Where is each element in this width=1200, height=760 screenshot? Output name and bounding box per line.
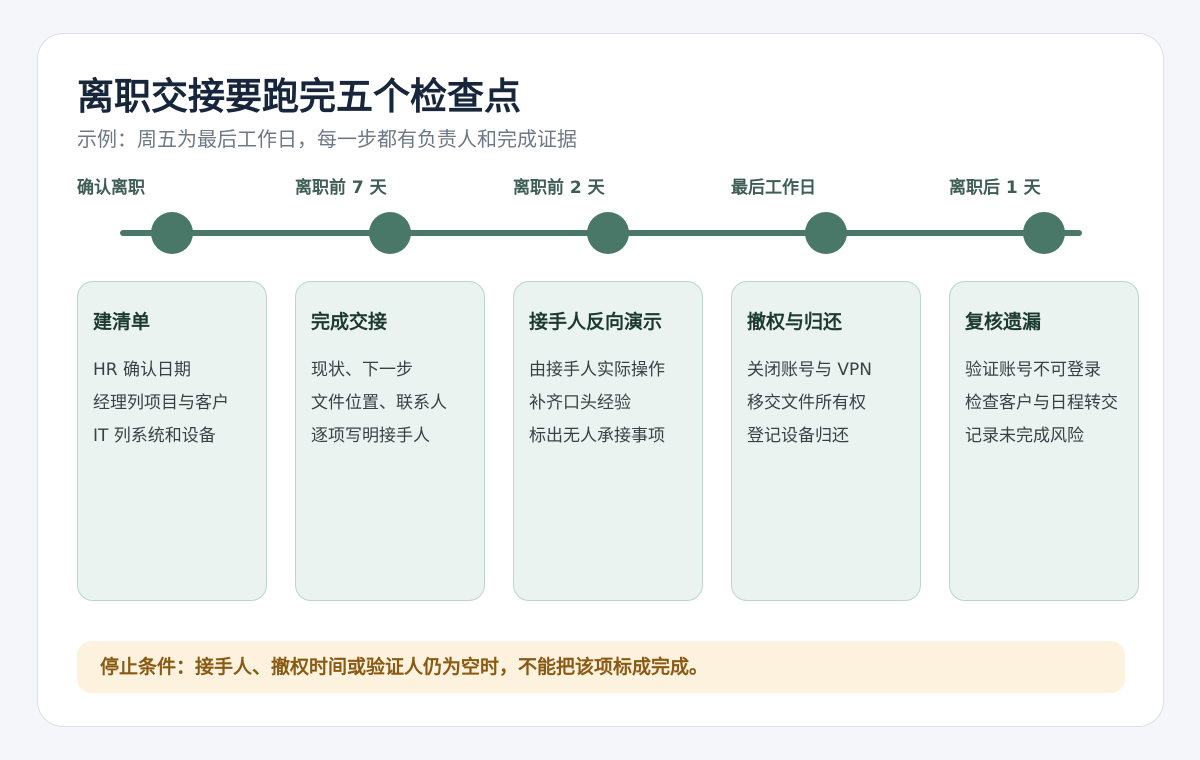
timeline-node-1 xyxy=(151,212,193,254)
step-card-1: 建清单 HR 确认日期 经理列项目与客户 IT 列系统和设备 xyxy=(77,281,267,601)
step-card-3: 接手人反向演示 由接手人实际操作 补齐口头经验 标出无人承接事项 xyxy=(513,281,703,601)
step-list: 由接手人实际操作 补齐口头经验 标出无人承接事项 xyxy=(529,354,692,453)
stage-label-4: 最后工作日 xyxy=(731,178,816,198)
stage-label-3: 离职前 2 天 xyxy=(513,178,605,198)
timeline-node-5 xyxy=(1023,212,1065,254)
step-title: 完成交接 xyxy=(311,311,388,333)
page-subtitle: 示例：周五为最后工作日，每一步都有负责人和完成证据 xyxy=(77,127,577,151)
step-list: 现状、下一步 文件位置、联系人 逐项写明接手人 xyxy=(311,354,474,453)
step-list: HR 确认日期 经理列项目与客户 IT 列系统和设备 xyxy=(93,354,256,453)
step-title: 接手人反向演示 xyxy=(529,311,663,333)
step-title: 复核遗漏 xyxy=(965,311,1042,333)
timeline-node-3 xyxy=(587,212,629,254)
step-list: 关闭账号与 VPN 移交文件所有权 登记设备归还 xyxy=(747,354,910,453)
step-card-5: 复核遗漏 验证账号不可登录 检查客户与日程转交 记录未完成风险 xyxy=(949,281,1139,601)
stop-condition-banner: 停止条件：接手人、撤权时间或验证人仍为空时，不能把该项标成完成。 xyxy=(77,641,1125,693)
step-item: 标出无人承接事项 xyxy=(529,426,665,446)
step-title: 撤权与归还 xyxy=(747,311,843,333)
step-item: 移交文件所有权 xyxy=(747,393,866,413)
step-item: 逐项写明接手人 xyxy=(311,426,430,446)
stage-label-1: 确认离职 xyxy=(77,178,145,198)
timeline-node-2 xyxy=(369,212,411,254)
step-card-2: 完成交接 现状、下一步 文件位置、联系人 逐项写明接手人 xyxy=(295,281,485,601)
stage-label-2: 离职前 7 天 xyxy=(295,178,387,198)
step-item: 经理列项目与客户 xyxy=(93,393,229,413)
step-item: 补齐口头经验 xyxy=(529,393,631,413)
step-item: 由接手人实际操作 xyxy=(529,360,665,380)
step-item: 关闭账号与 VPN xyxy=(747,360,873,380)
step-item: HR 确认日期 xyxy=(93,360,191,380)
stage-label-5: 离职后 1 天 xyxy=(949,178,1041,198)
step-item: IT 列系统和设备 xyxy=(93,426,216,446)
step-title: 建清单 xyxy=(93,311,151,333)
step-item: 现状、下一步 xyxy=(311,360,413,380)
step-card-4: 撤权与归还 关闭账号与 VPN 移交文件所有权 登记设备归还 xyxy=(731,281,921,601)
page-title: 离职交接要跑完五个检查点 xyxy=(77,75,521,118)
timeline-node-4 xyxy=(805,212,847,254)
step-item: 记录未完成风险 xyxy=(965,426,1084,446)
step-item: 验证账号不可登录 xyxy=(965,360,1101,380)
step-item: 检查客户与日程转交 xyxy=(965,393,1118,413)
step-item: 登记设备归还 xyxy=(747,426,849,446)
step-item: 文件位置、联系人 xyxy=(311,393,447,413)
step-list: 验证账号不可登录 检查客户与日程转交 记录未完成风险 xyxy=(965,354,1128,453)
